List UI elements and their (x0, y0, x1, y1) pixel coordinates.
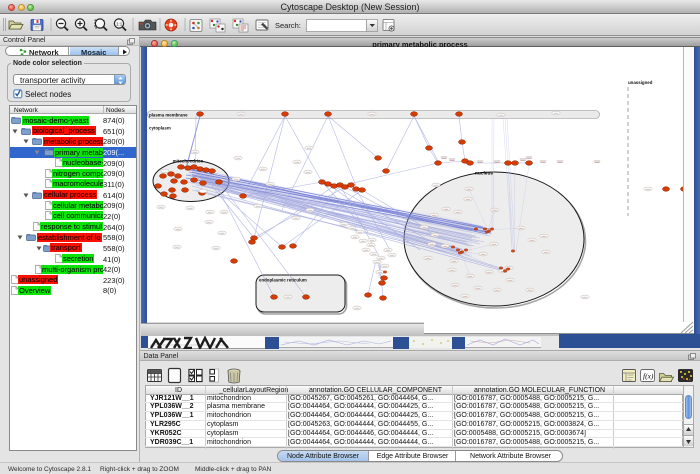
svg-text:mitochondrion: mitochondrion (173, 159, 204, 164)
svg-text:1:1: 1:1 (116, 22, 123, 27)
svg-text:unassigned: unassigned (628, 80, 653, 85)
svg-text:Search:: Search: (275, 21, 301, 30)
svg-text:cytoplasm: cytoplasm (149, 126, 171, 131)
svg-text:endoplasmic reticulum: endoplasmic reticulum (259, 278, 307, 283)
svg-text:plasma membrane: plasma membrane (149, 113, 188, 118)
svg-text:nucleus: nucleus (475, 171, 493, 177)
